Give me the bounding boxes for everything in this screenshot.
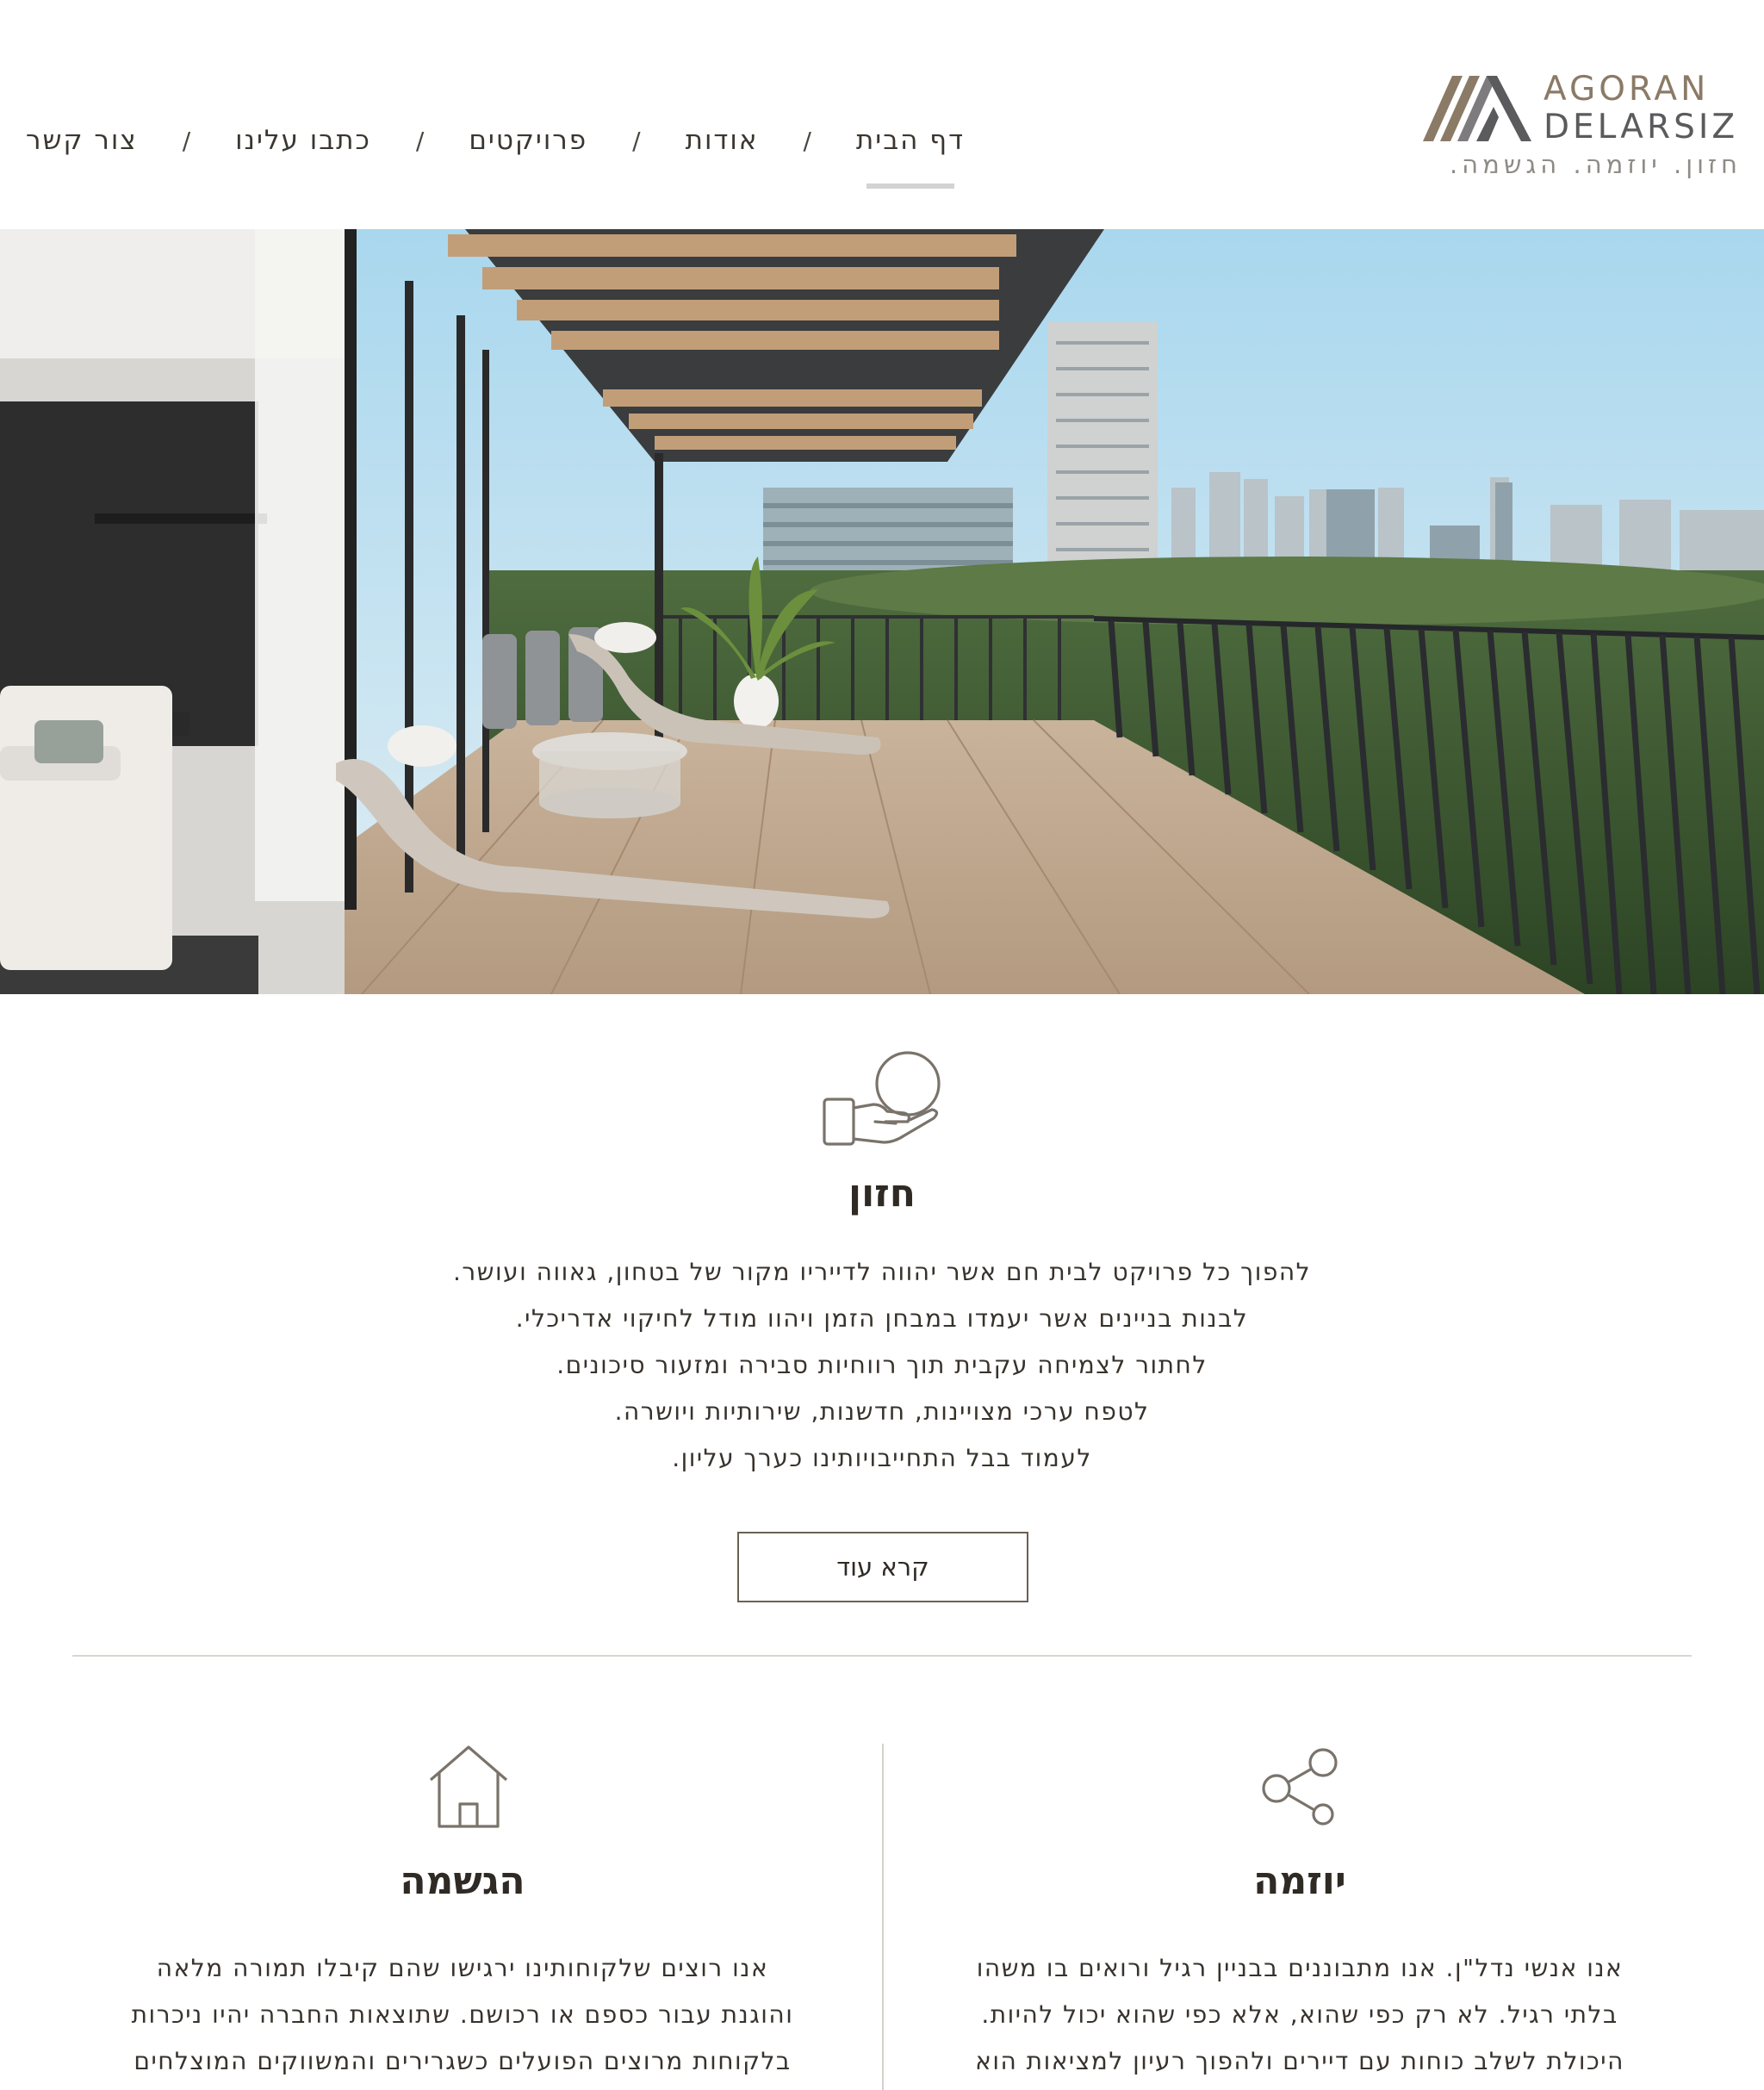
hand-holding-circle-icon [823, 1051, 941, 1146]
nav-separator: / [182, 126, 191, 155]
nav-about[interactable]: אודות [686, 125, 759, 156]
site-header: AGORAN DELARSIZ חזון. יוזמה. הגשמה. דף ה… [0, 0, 1764, 229]
realization-text: אנו רוצים שלקוחותינו ירגישו שהם קיבלו תמ… [71, 1945, 854, 2085]
nav-home[interactable]: דף הבית [856, 125, 965, 156]
vision-section: חזון להפוך כל פרויקט לבית חם אשר יהווה ל… [0, 994, 1764, 1654]
initiative-line: אנו אנשי נדל"ן. אנו מתבוננים בבניין רגיל… [976, 1954, 1624, 1982]
logo-tagline: חזון. יוזמה. הגשמה. [1449, 150, 1742, 179]
initiative-line: בלתי רגיל. לא רק כפי שהוא, אלא כפי שהוא … [981, 2000, 1618, 2029]
vision-title: חזון [848, 1172, 916, 1216]
logo-word-agoran: AGORAN [1544, 70, 1710, 109]
logo-wordmark: AGORAN DELARSIZ [1544, 71, 1742, 146]
realization-line: והוגנת עבור כספם או רכושם. שתוצאות החברה… [131, 2000, 794, 2029]
nav-separator: / [415, 126, 425, 155]
nav-separator: / [632, 126, 641, 155]
share-icon [1262, 1748, 1338, 1826]
logo-word-delarsiz: DELARSIZ [1544, 108, 1739, 146]
initiative-title: יוזמה [1253, 1859, 1346, 1903]
hero-balcony-illustration [0, 229, 1764, 994]
house-icon [429, 1745, 508, 1828]
vision-line: לטפח ערכי מצויינות, חדשנות, שירותיות ויו… [614, 1397, 1150, 1426]
read-more-button[interactable]: קרא עוד [737, 1532, 1028, 1602]
initiative-text: אנו אנשי נדל"ן. אנו מתבוננים בבניין רגיל… [908, 1945, 1692, 2085]
nav-projects[interactable]: פרויקטים [469, 125, 587, 156]
column-divider [882, 1744, 884, 2090]
main-nav: דף הבית / אודות / פרויקטים / כתבו עלינו … [26, 110, 965, 171]
vision-text: להפוך כל פרויקט לבית חם אשר יהווה לדיירי… [0, 1249, 1764, 1482]
site-logo[interactable]: AGORAN DELARSIZ חזון. יוזמה. הגשמה. [1423, 71, 1742, 179]
initiative-line: היכולת לשלב כוחות עם דיירים ולהפוך רעיון… [975, 2047, 1624, 2075]
vision-line: לעמוד בבל התחייבויותינו כערך עליון. [672, 1444, 1092, 1472]
nav-contact[interactable]: צור קשר [26, 125, 138, 156]
realization-line: אנו רוצים שלקוחותינו ירגישו שהם קיבלו תמ… [156, 1954, 769, 1982]
vision-line: לבנות בניינים אשר יעמדו במבחן הזמן ויהוו… [515, 1304, 1249, 1333]
hero-image [0, 229, 1764, 994]
nav-press[interactable]: כתבו עלינו [235, 125, 371, 156]
realization-line: בלקוחות מרוצים הפועלים כשגרירים והמשווקי… [134, 2047, 792, 2075]
nav-separator: / [803, 126, 811, 155]
vision-line: לחתור לצמיחה עקבית תוך רווחיות סבירה ומז… [556, 1351, 1208, 1379]
logo-mark-icon [1423, 76, 1531, 141]
section-divider [72, 1655, 1692, 1657]
realization-title: הגשמה [400, 1859, 525, 1903]
vision-line: להפוך כל פרויקט לבית חם אשר יהווה לדיירי… [452, 1258, 1312, 1286]
